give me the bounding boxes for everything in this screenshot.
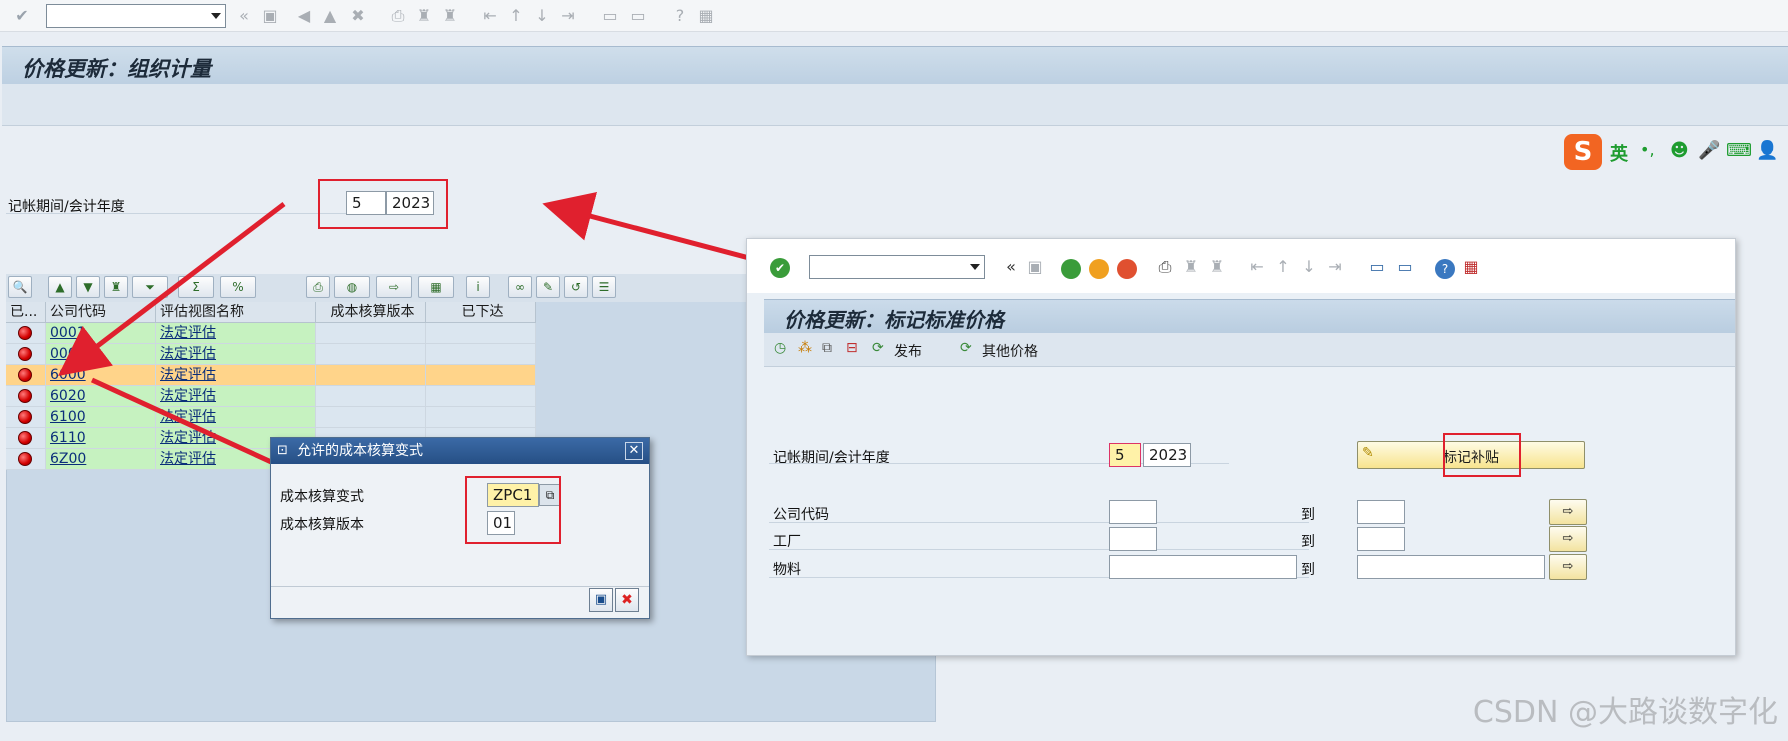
row-line [769,522,1309,523]
last-page-icon-panel[interactable]: ⇥ [1325,257,1345,277]
panel-action-bar: ◷ ⁂ ⧉ ⊟ ⟳ 发布 ⟳ 其他价格 [764,333,1735,367]
ime-toolbar: S 英 •, ☻ 🎤 ⌨ 👤 [1560,132,1788,172]
panel-title: 价格更新：标记标准价格 [784,308,1004,332]
shortcut-icon-panel[interactable]: ▭ [1395,257,1415,277]
to-label-company: 到 [1301,507,1315,523]
highlight-button-box [1443,433,1521,477]
save-icon-panel[interactable]: ▣ [1025,257,1045,277]
material-label: 物料 [773,562,801,578]
to-label-plant: 到 [1301,534,1315,550]
dialog-save-icon[interactable]: ▣ [589,588,613,612]
company-from-field[interactable] [1109,500,1157,524]
multi-select-material-icon[interactable]: ⇨ [1549,554,1587,580]
clock-icon[interactable]: ◷ [774,340,786,356]
company-label: 公司代码 [773,507,829,523]
cancel-icon-panel[interactable] [1117,259,1137,279]
plant-from-field[interactable] [1109,527,1157,551]
punctuation-icon[interactable]: •, [1640,140,1655,159]
other-prices-icon[interactable]: ⟳ [960,340,972,356]
highlight-variant-box [465,476,561,544]
emoji-icon[interactable]: ☻ [1670,140,1689,161]
help-icon-panel[interactable]: ? [1435,259,1455,279]
first-page-icon-panel[interactable]: ⇤ [1247,257,1267,277]
multi-select-plant-icon[interactable]: ⇨ [1549,526,1587,552]
hierarchy-icon[interactable]: ⁂ [798,340,812,356]
back-icon-panel[interactable] [1061,259,1081,279]
row-line [769,549,1309,550]
arrow-period-to-row [58,202,286,377]
sogou-logo-icon[interactable]: S [1564,134,1602,170]
back-arrows-icon-panel: « [1006,257,1016,276]
panel-command-field[interactable] [809,255,985,279]
other-prices-button[interactable]: 其他价格 [982,341,1038,361]
ime-lang-toggle[interactable]: 英 [1610,140,1628,166]
dialog-icon: ⊡ [277,443,288,458]
prev-page-icon-panel[interactable]: ↑ [1273,257,1293,277]
watermark: CSDN @大路谈数字化 [1472,695,1778,730]
keyboard-icon[interactable]: ⌨ [1726,140,1752,161]
delete-icon[interactable]: ⊟ [846,340,858,356]
panel-toolbar: ✔ « ▣ ⎙ ♜ ♜ ⇤ ↑ ↓ ⇥ ▭ ▭ ? ▦ [747,239,1735,293]
new-session-icon-panel[interactable]: ▭ [1367,257,1387,277]
dialog-title-bar: ⊡ 允许的成本核算变式 ✕ [271,438,649,464]
release-icon[interactable]: ⟳ [872,340,884,356]
material-from-field[interactable] [1109,555,1297,579]
dialog-title: 允许的成本核算变式 [297,443,423,459]
variant-label: 成本核算变式 [280,489,364,505]
material-to-field[interactable] [1357,555,1545,579]
dialog-divider [271,586,649,587]
company-to-field[interactable] [1357,500,1405,524]
plant-label: 工厂 [773,534,801,550]
find-icon-panel[interactable]: ♜ [1181,257,1201,277]
mark-standard-price-window: ✔ « ▣ ⎙ ♜ ♜ ⇤ ↑ ↓ ⇥ ▭ ▭ ? ▦ 价格更新：标记标准价格 … [746,238,1736,656]
release-button[interactable]: 发布 [894,341,922,361]
to-label-material: 到 [1301,562,1315,578]
dialog-close-icon[interactable]: ✕ [625,442,643,460]
costing-variant-dialog: ⊡ 允许的成本核算变式 ✕ 成本核算变式 成本核算版本 ZPC1 ⧉ 01 ▣ … [270,437,650,619]
panel-period-field[interactable]: 5 [1109,443,1141,467]
enter-icon-panel[interactable]: ✔ [770,258,790,278]
multi-select-company-icon[interactable]: ⇨ [1549,499,1587,525]
panel-period-label: 记帐期间/会计年度 [773,450,890,466]
panel-title-bar: 价格更新：标记标准价格 [764,299,1735,333]
microphone-icon[interactable]: 🎤 [1698,140,1720,161]
find-next-icon-panel[interactable]: ♜ [1207,257,1227,277]
plant-to-field[interactable] [1357,527,1405,551]
user-icon[interactable]: 👤 [1756,140,1778,161]
version-label: 成本核算版本 [280,517,364,533]
exit-icon-panel[interactable] [1089,259,1109,279]
print-icon-panel[interactable]: ⎙ [1155,257,1175,277]
panel-year-field[interactable]: 2023 [1143,443,1191,467]
layout-icon-panel[interactable]: ▦ [1461,257,1481,277]
next-page-icon-panel[interactable]: ↓ [1299,257,1319,277]
dialog-cancel-icon[interactable]: ✖ [615,588,639,612]
copy-icon[interactable]: ⧉ [822,340,832,356]
